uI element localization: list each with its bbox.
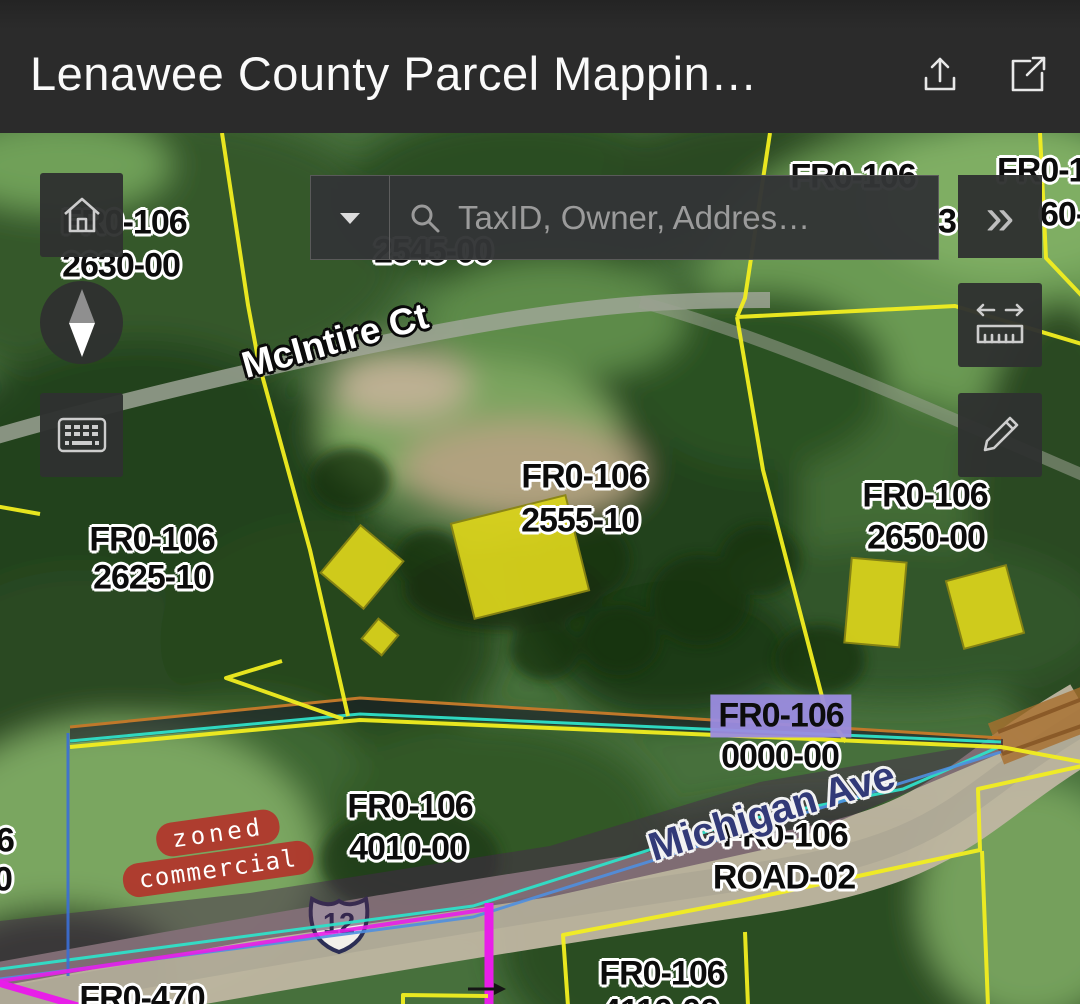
expand-panel-button[interactable]: »: [958, 175, 1042, 258]
home-extent-button[interactable]: [40, 173, 123, 257]
caret-down-icon: [338, 210, 362, 226]
share-icon[interactable]: [1006, 52, 1050, 96]
parcel-mapping-app: 12: [0, 0, 1080, 1004]
double-chevron-right-icon: »: [986, 197, 1015, 237]
search-placeholder: TaxID, Owner, Addres…: [458, 199, 810, 237]
app-header: Lenawee County Parcel Mappin…: [0, 0, 1080, 133]
measure-icon: [974, 302, 1026, 348]
compass-needle-icon: [62, 287, 102, 359]
upload-icon[interactable]: [918, 52, 962, 96]
keyboard-icon: [57, 417, 107, 453]
page-title: Lenawee County Parcel Mappin…: [30, 46, 758, 101]
aerial-map-art: 12: [0, 133, 1080, 1004]
home-icon: [59, 192, 105, 238]
search-icon: [408, 201, 442, 235]
measure-button[interactable]: [958, 283, 1042, 367]
search-input[interactable]: TaxID, Owner, Addres…: [390, 199, 938, 237]
keyboard-button[interactable]: [40, 393, 123, 477]
pencil-icon: [977, 412, 1023, 458]
map-canvas[interactable]: 12: [0, 133, 1080, 1004]
search-source-dropdown[interactable]: [311, 176, 390, 259]
edit-sketch-button[interactable]: [958, 393, 1042, 477]
compass-button[interactable]: [40, 281, 123, 364]
search-bar: TaxID, Owner, Addres…: [310, 175, 939, 260]
